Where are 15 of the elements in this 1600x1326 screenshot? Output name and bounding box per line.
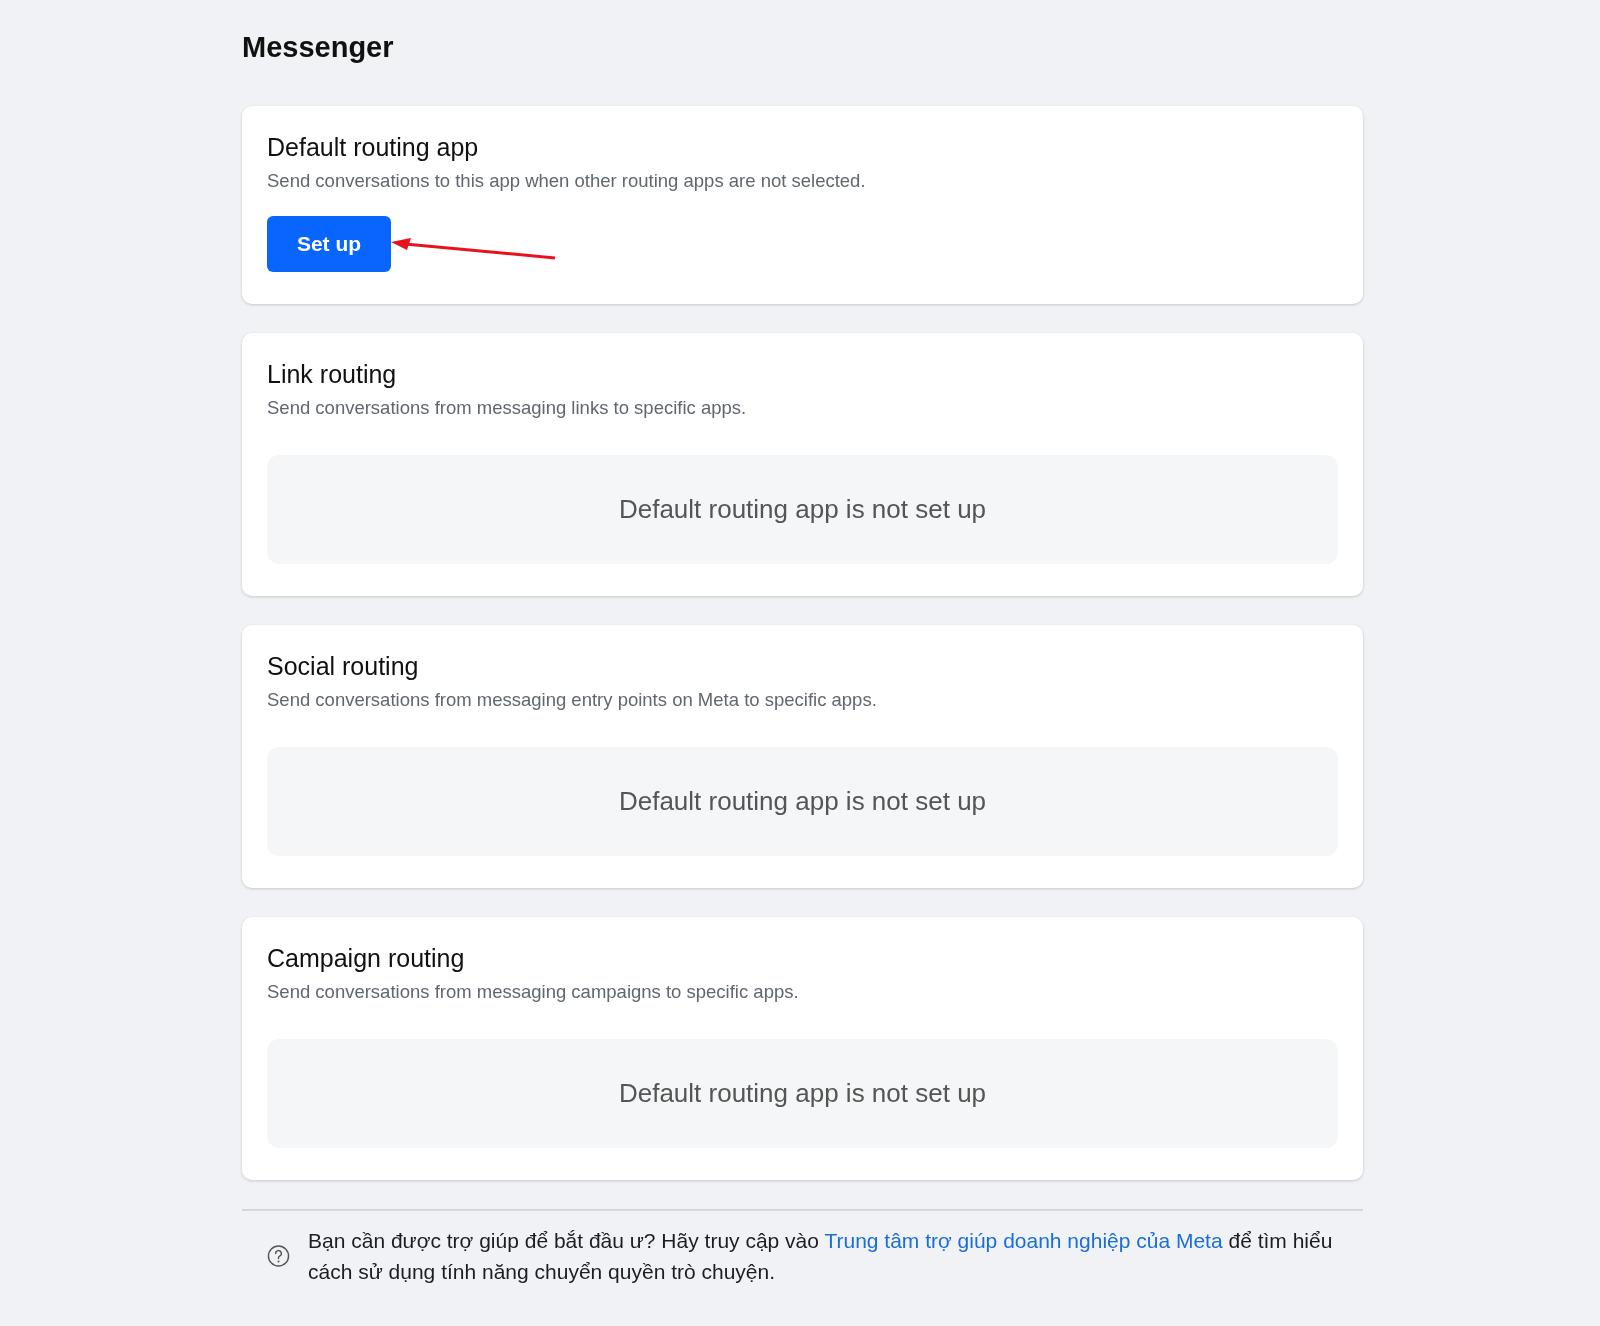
section-description: Send conversations from messaging links to specific apps. xyxy=(267,396,748,420)
set-up-button[interactable]: Set up xyxy=(267,216,391,272)
page-title: Messenger xyxy=(242,30,395,65)
help-text: Bạn cần được trợ giúp để bắt đầu ư? Hãy truy cập vào Trung tâm trợ giúp doanh nghiệp của Meta để tìm hiểu cách sử dụng tính năng chuyển quyền trò chuyện. xyxy=(308,1228,1334,1285)
section-description: Send conversations to this app when other routing apps are not selected. xyxy=(267,169,867,193)
empty-state-message: Default routing app is not set up xyxy=(618,1078,987,1109)
section-title: Social routing xyxy=(267,651,420,682)
section-title: Link routing xyxy=(267,359,398,390)
section-description: Send conversations from messaging entry points on Meta to specific apps. xyxy=(267,688,878,712)
section-title: Default routing app xyxy=(267,132,480,163)
section-description: Send conversations from messaging campaigns to specific apps. xyxy=(267,980,800,1004)
help-center-link[interactable]: Trung tâm trợ giúp doanh nghiệp của Meta xyxy=(824,1229,1223,1252)
section-title: Campaign routing xyxy=(267,943,466,974)
empty-state-message: Default routing app is not set up xyxy=(618,786,987,817)
empty-state-message: Default routing app is not set up xyxy=(618,494,987,525)
